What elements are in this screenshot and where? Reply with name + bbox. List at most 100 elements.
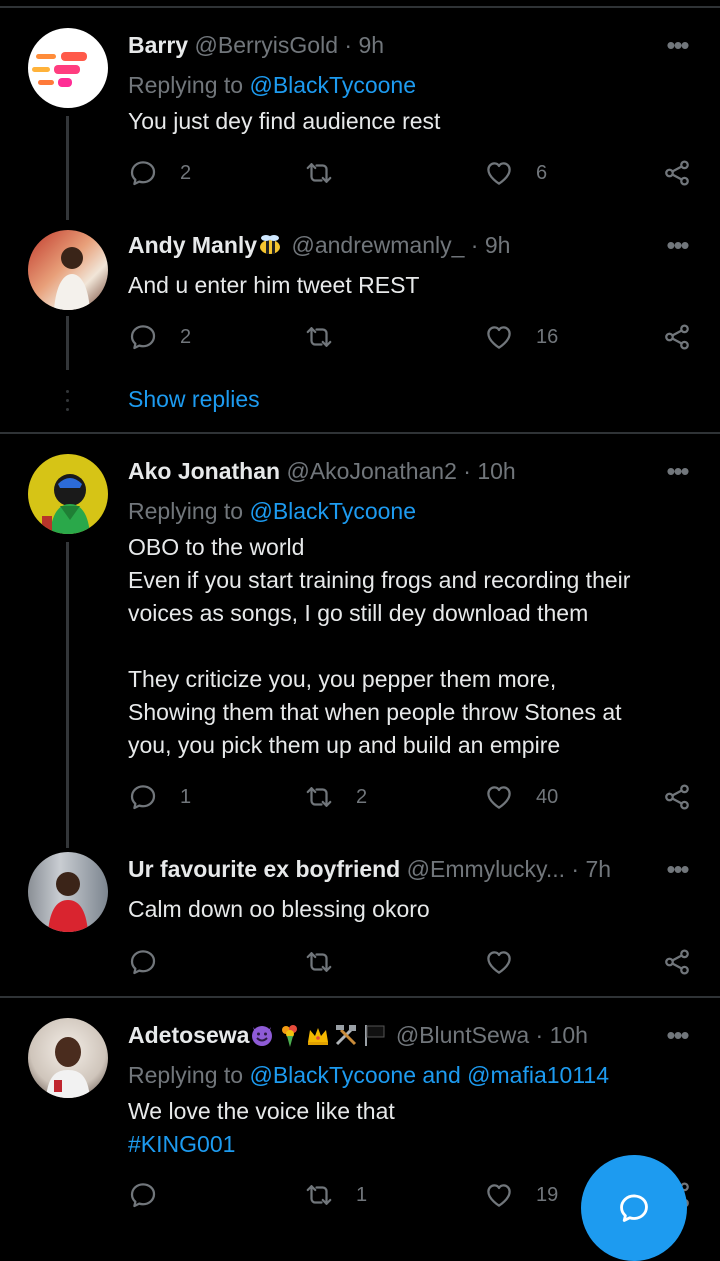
retweet-button[interactable]: [304, 944, 356, 980]
bee-emoji-icon: [260, 235, 281, 254]
replying-to-link[interactable]: @BlackTycoone and @mafia10114: [249, 1062, 609, 1088]
user-handle[interactable]: @Emmylucky...: [407, 856, 565, 882]
retweet-count: 1: [356, 1183, 368, 1206]
like-count: 19: [536, 1183, 559, 1206]
show-replies-link[interactable]: Show replies: [128, 386, 260, 413]
tweet-header: Barry @BerryisGold · 9h: [128, 30, 640, 60]
reply-button[interactable]: 1: [128, 779, 191, 815]
share-button[interactable]: [662, 944, 692, 980]
replying-to-label: Replying to: [128, 1062, 244, 1088]
share-icon: [665, 949, 689, 975]
black-flag-emoji-icon: [365, 1025, 385, 1046]
reply-button[interactable]: 2: [128, 155, 191, 191]
divider: [0, 432, 720, 434]
heart-icon: [487, 162, 511, 185]
tweet-barry[interactable]: Barry @BerryisGold · 9h ••• Replying to …: [0, 0, 720, 230]
tweet-text: And u enter him tweet REST: [128, 272, 420, 298]
avatar[interactable]: [28, 454, 108, 534]
thread-line: [66, 116, 69, 220]
like-button[interactable]: 16: [484, 319, 558, 355]
retweet-icon: [306, 163, 332, 183]
more-icon[interactable]: •••: [664, 458, 690, 492]
share-button[interactable]: [662, 155, 692, 191]
display-name[interactable]: Ur favourite ex boyfriend: [128, 856, 400, 882]
more-icon[interactable]: •••: [664, 232, 690, 266]
reply-count: 2: [180, 161, 192, 184]
avatar[interactable]: [28, 230, 108, 310]
timestamp: · 10h: [535, 1022, 588, 1048]
tweet-header: Ako Jonathan @AkoJonathan2 · 10h: [128, 456, 640, 486]
reply-icon: [130, 1183, 156, 1208]
bouquet-emoji-icon: [282, 1025, 298, 1047]
reply-button[interactable]: [128, 944, 180, 980]
user-handle[interactable]: @AkoJonathan2: [286, 458, 456, 484]
tweet-text-line: Showing them that when people throw Ston…: [128, 699, 622, 725]
tweet-andy-manly[interactable]: Andy Manly @andrewmanly_ · 9h ••• And u …: [0, 230, 720, 430]
more-icon[interactable]: •••: [664, 856, 690, 890]
tweet-text-line: voices as songs, I go still dey download…: [128, 600, 589, 626]
display-name[interactable]: Andy Manly: [128, 232, 257, 258]
display-name[interactable]: Ako Jonathan: [128, 458, 280, 484]
retweet-icon: [306, 1185, 332, 1205]
like-count: 16: [536, 325, 559, 348]
user-handle[interactable]: @andrewmanly_: [291, 232, 464, 258]
timestamp: · 10h: [463, 458, 516, 484]
user-handle[interactable]: @BluntSewa: [396, 1022, 529, 1048]
user-handle[interactable]: @BerryisGold: [195, 32, 339, 58]
retweet-button[interactable]: 2: [304, 779, 367, 815]
like-button[interactable]: [484, 944, 536, 980]
thread-line: [66, 316, 69, 370]
tweet-header: Andy Manly @andrewmanly_ · 9h: [128, 230, 640, 260]
tweet-header: Ur favourite ex boyfriend @Emmylucky... …: [128, 854, 640, 884]
thread-dots: [66, 390, 69, 417]
tweet-ur-favourite-ex-boyfriend[interactable]: Ur favourite ex boyfriend @Emmylucky... …: [0, 852, 720, 992]
hashtag-link[interactable]: #KING001: [128, 1128, 680, 1161]
like-button[interactable]: 19: [484, 1177, 558, 1213]
replying-to: Replying to @BlackTycoone: [128, 496, 416, 526]
reply-button[interactable]: [128, 1177, 180, 1213]
replying-to-link[interactable]: @BlackTycoone: [249, 72, 416, 98]
like-button[interactable]: 40: [484, 779, 558, 815]
reply-icon: [130, 161, 156, 186]
share-icon: [665, 324, 689, 350]
avatar[interactable]: [28, 1018, 108, 1098]
timestamp: · 9h: [344, 32, 385, 58]
compose-reply-button[interactable]: [581, 1155, 687, 1261]
tweet-text-line: Even if you start training frogs and rec…: [128, 567, 631, 593]
tweet-text-line: OBO to the world: [128, 534, 305, 560]
tweet-actions: 1 2 40: [128, 779, 698, 815]
tweet-ako-jonathan[interactable]: Ako Jonathan @AkoJonathan2 · 10h ••• Rep…: [0, 440, 720, 848]
more-icon[interactable]: •••: [664, 1022, 690, 1056]
more-icon[interactable]: •••: [664, 32, 690, 66]
avatar[interactable]: [28, 852, 108, 932]
tweet-text-line: [128, 630, 680, 663]
share-button[interactable]: [662, 779, 692, 815]
tweet-text: OBO to the world Even if you start train…: [128, 531, 680, 762]
retweet-button[interactable]: 1: [304, 1177, 367, 1213]
tools-emoji-icon: [336, 1025, 357, 1046]
replying-to: Replying to @BlackTycoone and @mafia1011…: [128, 1060, 609, 1090]
heart-icon: [487, 951, 511, 974]
tweet-actions: 2 6: [128, 155, 698, 191]
heart-icon: [487, 326, 511, 349]
like-button[interactable]: 6: [484, 155, 547, 191]
share-button[interactable]: [662, 319, 692, 355]
timestamp: · 7h: [571, 856, 612, 882]
reply-count: 1: [180, 785, 192, 808]
smiling-devil-emoji-icon: [252, 1026, 273, 1046]
replying-to-link[interactable]: @BlackTycoone: [249, 498, 416, 524]
retweet-count: 2: [356, 785, 368, 808]
share-icon: [665, 160, 689, 186]
display-name[interactable]: Adetosewa: [128, 1022, 249, 1048]
replying-to: Replying to @BlackTycoone: [128, 70, 416, 100]
retweet-button[interactable]: [304, 155, 356, 191]
thread-line: [66, 542, 69, 848]
display-name[interactable]: Barry: [128, 32, 188, 58]
retweet-button[interactable]: [304, 319, 356, 355]
reply-icon: [130, 950, 156, 975]
avatar[interactable]: [28, 28, 108, 108]
reply-button[interactable]: 2: [128, 319, 191, 355]
retweet-icon: [306, 327, 332, 347]
tweet-text: Calm down oo blessing okoro: [128, 896, 430, 922]
reply-icon: [130, 325, 156, 350]
